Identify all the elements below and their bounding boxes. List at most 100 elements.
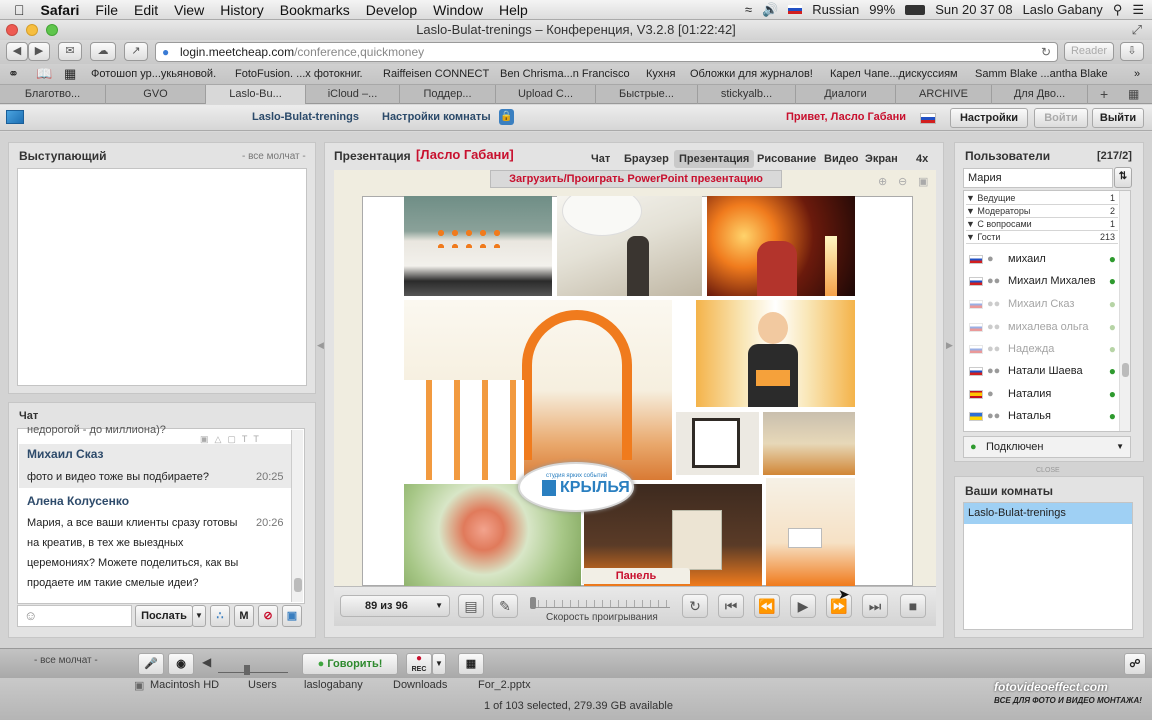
- emoji-icon[interactable]: ☺: [24, 608, 37, 623]
- upload-presentation-banner[interactable]: Загрузить/Проиграть PowerPoint презентац…: [490, 170, 782, 188]
- bookmark-7[interactable]: Карел Чапе...дискуссиям: [830, 64, 958, 84]
- group-moderators[interactable]: ▼ Модераторы 2: [966, 205, 1118, 218]
- group-questions[interactable]: ▼ С вопросами 1: [966, 218, 1118, 231]
- user-row[interactable]: ●● Михаил Сказ ●: [966, 293, 1120, 315]
- mail-icon[interactable]: ✉: [58, 42, 82, 61]
- back-button[interactable]: ◀: [6, 42, 28, 61]
- address-bar[interactable]: ● login.meetcheap.com/conference,quickmo…: [155, 42, 1058, 62]
- status-select[interactable]: ● Подключен ▼: [963, 436, 1131, 458]
- bookmarks-book-icon[interactable]: 📖: [36, 64, 52, 84]
- page-select[interactable]: 89 из 96 ▼: [340, 595, 450, 617]
- tab-3-active[interactable]: Laslo-Bu...: [206, 85, 306, 104]
- left-collapse-handle[interactable]: ◀: [317, 340, 324, 351]
- tab-chat[interactable]: Чат: [586, 150, 615, 168]
- layout-grid-icon[interactable]: ▦: [458, 653, 484, 675]
- chat-send-button[interactable]: Послать: [135, 605, 193, 627]
- menu-help[interactable]: Help: [491, 2, 536, 18]
- minimize-window-button[interactable]: [26, 24, 38, 36]
- volume-slider-thumb[interactable]: [244, 665, 250, 675]
- clock[interactable]: Sun 20 37 08: [935, 2, 1012, 17]
- close-users-panel[interactable]: CLOSE: [1036, 467, 1060, 474]
- tab-video[interactable]: Видео: [819, 150, 864, 168]
- volume-slider[interactable]: [218, 659, 288, 675]
- talk-button[interactable]: ● Говорить!: [302, 653, 398, 675]
- users-scrollbar-thumb[interactable]: [1122, 363, 1129, 377]
- bookmark-1[interactable]: Фотошоп ур...укьяновой.: [91, 64, 216, 84]
- tab-7[interactable]: Быстрые...: [596, 85, 698, 104]
- volume-icon[interactable]: ◀: [202, 655, 211, 669]
- bookmark-8[interactable]: Samm Blake ...antha Blake: [975, 64, 1108, 84]
- tab-2[interactable]: GVO: [106, 85, 206, 104]
- reload-icon[interactable]: ↻: [1041, 43, 1051, 61]
- user-search-input[interactable]: Мария: [963, 168, 1113, 188]
- forward-button[interactable]: ▶: [28, 42, 50, 61]
- wifi-icon[interactable]: ≈: [745, 2, 752, 17]
- reader-button[interactable]: Reader: [1064, 42, 1114, 61]
- downloads-icon[interactable]: ⇩: [1120, 42, 1144, 61]
- bookmark-5[interactable]: Кухня: [646, 64, 675, 84]
- path-downloads[interactable]: Downloads: [393, 679, 447, 691]
- spotlight-icon[interactable]: ⚲: [1113, 2, 1123, 18]
- bookmark-3[interactable]: Raiffeisen CONNECT: [383, 64, 489, 84]
- tab-4[interactable]: iCloud –...: [306, 85, 400, 104]
- fit-icon[interactable]: ▣: [918, 175, 928, 188]
- tab-browser[interactable]: Браузер: [619, 150, 674, 168]
- user-row[interactable]: ●● Натали Шаева ●: [966, 360, 1120, 382]
- slide-list-icon[interactable]: ▤: [458, 594, 484, 618]
- pointer-pen-icon[interactable]: ✎: [492, 594, 518, 618]
- zoom-window-button[interactable]: [46, 24, 58, 36]
- save-chat-icon[interactable]: ▣: [282, 605, 302, 627]
- tab-10[interactable]: ARCHIVE: [896, 85, 992, 104]
- reading-list-icon[interactable]: ⚭: [8, 64, 19, 84]
- play-icon[interactable]: ▶: [790, 594, 816, 618]
- path-file[interactable]: For_2.pptx: [478, 679, 531, 691]
- stop-icon[interactable]: ■: [900, 594, 926, 618]
- menu-develop[interactable]: Develop: [358, 2, 425, 18]
- tab-11[interactable]: Для Дво...: [992, 85, 1088, 104]
- new-tab-icon[interactable]: +: [1100, 86, 1108, 102]
- share-conference-icon[interactable]: ☍: [1124, 653, 1146, 675]
- menu-view[interactable]: View: [166, 2, 212, 18]
- menu-edit[interactable]: Edit: [126, 2, 166, 18]
- zoom-in-icon[interactable]: ⊕: [878, 175, 887, 188]
- close-window-button[interactable]: [6, 24, 18, 36]
- menu-safari[interactable]: Safari: [33, 2, 88, 18]
- share-icon[interactable]: ↗: [124, 42, 148, 61]
- user-row[interactable]: ●● Михаил Михалев ●: [966, 270, 1120, 292]
- room-item-selected[interactable]: Laslo-Bulat-trenings: [964, 503, 1132, 524]
- playback-speed-thumb[interactable]: [530, 597, 536, 609]
- group-hosts[interactable]: ▼ Ведущие 1: [966, 192, 1118, 205]
- tab-5[interactable]: Поддер...: [400, 85, 496, 104]
- room-settings-link[interactable]: Настройки комнаты: [382, 111, 491, 123]
- block-chat-icon[interactable]: ⊘: [258, 605, 278, 627]
- menu-bookmarks[interactable]: Bookmarks: [272, 2, 358, 18]
- first-slide-icon[interactable]: ⏮: [718, 594, 744, 618]
- tab-screen[interactable]: Экран: [860, 150, 903, 168]
- path-users[interactable]: Users: [248, 679, 277, 691]
- path-home[interactable]: laslogabany: [304, 679, 363, 691]
- users-scrollbar[interactable]: [1119, 191, 1130, 431]
- settings-button[interactable]: Настройки: [950, 108, 1028, 128]
- input-language[interactable]: Russian: [812, 2, 859, 17]
- bookmark-4[interactable]: Ben Chrisma...n Francisco: [500, 64, 630, 84]
- user-row[interactable]: ●● михалева ольга ●: [966, 316, 1120, 338]
- tab-6[interactable]: Upload C...: [496, 85, 596, 104]
- notification-icon[interactable]: ☰: [1132, 2, 1144, 18]
- volume-icon[interactable]: 🔊: [762, 2, 778, 18]
- tab-drawing[interactable]: Рисование: [752, 150, 821, 168]
- battery-percent[interactable]: 99%: [869, 2, 895, 17]
- bookmark-2[interactable]: FotoFusion. ...x фотокниг.: [235, 64, 363, 84]
- user-row[interactable]: ●● Наталья ●: [966, 405, 1120, 427]
- apple-menu-icon[interactable]: : [0, 2, 33, 18]
- sort-users-icon[interactable]: ⇅: [1114, 167, 1132, 188]
- flag-ru-icon[interactable]: [920, 113, 936, 124]
- playback-speed-slider[interactable]: [530, 597, 670, 609]
- microphone-icon[interactable]: 🎤: [138, 653, 164, 675]
- right-collapse-handle[interactable]: ▶: [946, 340, 953, 351]
- tab-8[interactable]: stickyalb...: [698, 85, 796, 104]
- bookmarks-overflow-icon[interactable]: »: [1134, 64, 1140, 84]
- private-message-icon[interactable]: M: [234, 605, 254, 627]
- last-slide-icon[interactable]: ⏭: [862, 594, 888, 618]
- group-guests[interactable]: ▼ Гости 213: [966, 231, 1118, 244]
- user-name[interactable]: Laslo Gabany: [1023, 2, 1103, 17]
